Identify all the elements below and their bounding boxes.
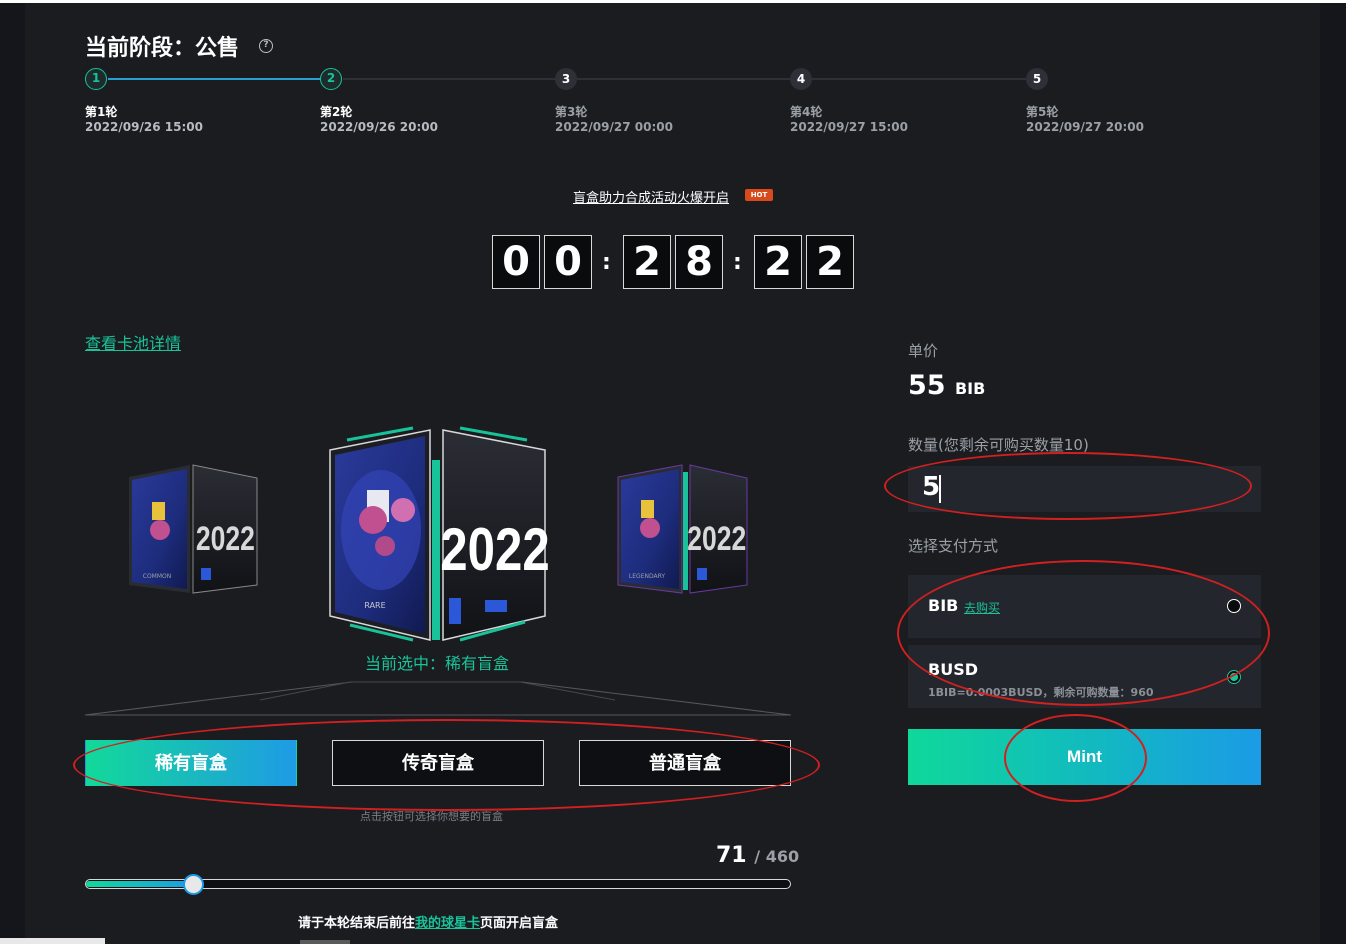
round-2-dot: 2	[320, 68, 342, 90]
left-margin	[0, 0, 25, 944]
hot-badge: HOT	[745, 189, 773, 201]
stepper-track-done	[108, 78, 320, 80]
countdown-separator: :	[602, 250, 611, 275]
round-4-date: 2022/09/27 15:00	[790, 120, 908, 134]
note-prefix: 请于本轮结束后前往	[298, 916, 416, 931]
rare-box-year: 2022	[440, 515, 549, 583]
payment-method-label: 选择支付方式	[908, 537, 999, 555]
round-2-date: 2022/09/26 20:00	[320, 120, 438, 134]
round-1-date: 2022/09/26 15:00	[85, 120, 203, 134]
countdown-digit: 2	[623, 235, 671, 289]
promo-link[interactable]: 盲盒助力合成活动火爆开启	[573, 187, 729, 206]
annotation-ellipse-mint	[1004, 714, 1147, 802]
unit-price-currency: BIB	[954, 379, 986, 398]
round-5-dot: 5	[1026, 68, 1048, 90]
blind-box-carousel: 2022 COMMON RARE 2022 2022 LEGENDARY	[85, 426, 791, 716]
help-icon[interactable]: ?	[259, 39, 273, 53]
stage-title: 当前阶段：公售	[85, 36, 240, 61]
bottom-scroll-indicator-2	[300, 940, 350, 944]
countdown-digit: 0	[492, 235, 540, 289]
stepper-track-pending	[343, 78, 1037, 80]
sold-count: 71 / 460	[716, 843, 799, 868]
sale-progress-fill	[86, 881, 194, 887]
countdown-separator: :	[733, 250, 742, 275]
common-box-year: 2022	[196, 520, 255, 558]
round-2-label: 第2轮	[320, 105, 353, 119]
annotation-ellipse-payment	[897, 560, 1270, 706]
rare-box-caption: RARE	[364, 601, 385, 610]
unit-price: 55 BIB	[908, 370, 985, 401]
bottom-scroll-indicator	[0, 938, 105, 944]
unit-price-label: 单价	[908, 342, 939, 360]
round-4-label: 第4轮	[790, 105, 823, 119]
total-count: / 460	[754, 847, 800, 866]
countdown-digit: 0	[544, 235, 592, 289]
common-box[interactable]: 2022 COMMON	[129, 464, 258, 594]
sold-count-value: 71	[716, 843, 747, 868]
legendary-box-year: 2022	[687, 520, 746, 558]
rare-box[interactable]: RARE 2022	[329, 426, 550, 642]
my-cards-link[interactable]: 我的球星卡	[415, 916, 480, 931]
countdown-digit: 8	[675, 235, 723, 289]
top-strip	[0, 0, 1346, 3]
open-box-note: 请于本轮结束后前往我的球星卡页面开启盲盒	[298, 912, 558, 931]
round-3-label: 第3轮	[555, 105, 588, 119]
countdown-digit: 2	[754, 235, 802, 289]
countdown-digit: 2	[806, 235, 854, 289]
legendary-box-caption: LEGENDARY	[629, 573, 665, 580]
sale-progress-handle	[183, 874, 204, 895]
note-suffix: 页面开启盲盒	[480, 916, 559, 931]
round-5-label: 第5轮	[1026, 105, 1059, 119]
round-1-dot: 1	[85, 68, 107, 90]
annotation-ellipse-box-buttons	[73, 719, 820, 811]
round-4-dot: 4	[790, 68, 812, 90]
right-margin	[1320, 0, 1346, 944]
annotation-ellipse-quantity	[884, 452, 1252, 520]
common-box-caption: COMMON	[143, 573, 171, 580]
round-3-date: 2022/09/27 00:00	[555, 120, 673, 134]
unit-price-value: 55	[908, 370, 946, 401]
legendary-box[interactable]: 2022 LEGENDARY	[617, 464, 748, 594]
view-pool-details-link[interactable]: 查看卡池详情	[85, 330, 181, 354]
round-3-dot: 3	[555, 68, 577, 90]
round-5-date: 2022/09/27 20:00	[1026, 120, 1144, 134]
round-1-label: 第1轮	[85, 105, 118, 119]
selected-box-label: 当前选中：稀有盲盒	[365, 654, 510, 673]
